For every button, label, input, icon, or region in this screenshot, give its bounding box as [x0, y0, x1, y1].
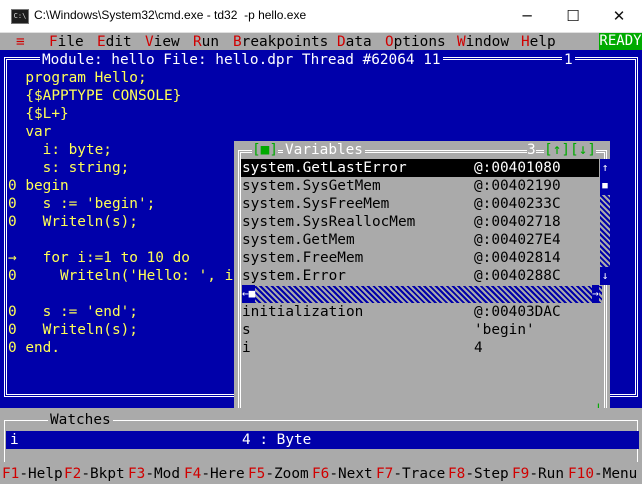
watch-value[interactable]: 4 : Byte	[242, 431, 311, 449]
variables-window-title: Variables	[283, 141, 365, 159]
fkey-here[interactable]: F4-Here	[184, 465, 245, 483]
maximize-icon: ☐	[566, 7, 580, 25]
menu-file[interactable]: File	[49, 33, 84, 51]
scroll-right-icon[interactable]: →	[592, 285, 599, 303]
local-var-name[interactable]: i	[242, 339, 251, 357]
menu-breakpoints[interactable]: Breakpoints	[233, 33, 328, 51]
global-var-value[interactable]: @:00402718	[474, 213, 561, 231]
menu-edit[interactable]: Edit	[97, 33, 132, 51]
system-menu-icon[interactable]: ≡	[16, 33, 25, 51]
local-var-value[interactable]: 4	[474, 339, 483, 357]
variables-zoom-down-icon[interactable]: [↓]	[570, 141, 597, 159]
fkey-next[interactable]: F6-Next	[312, 465, 373, 483]
module-window-title: Module: hello File: hello.dpr Thread #62…	[40, 51, 443, 69]
close-icon: ✕	[612, 7, 626, 25]
ready-indicator: READY	[599, 33, 642, 50]
close-button[interactable]: ✕	[596, 0, 642, 32]
code-line[interactable]: 0 Writeln(s);	[8, 321, 138, 339]
code-line[interactable]: program Hello;	[8, 69, 146, 87]
fkey-run[interactable]: F9-Run	[512, 465, 564, 483]
global-var-name[interactable]: system.Error	[242, 267, 346, 285]
variables-window-number: 3	[527, 141, 536, 159]
code-line[interactable]: 0 s := 'begin';	[8, 195, 155, 213]
console-app-icon[interactable]: C:\	[11, 9, 29, 24]
fkey-mod[interactable]: F3-Mod	[128, 465, 180, 483]
global-var-value[interactable]: @:00402814	[474, 249, 561, 267]
fkey-zoom[interactable]: F5-Zoom	[248, 465, 309, 483]
code-line[interactable]: 0 end.	[8, 339, 60, 357]
variables-close-box[interactable]: [■]	[252, 141, 279, 159]
global-var-name[interactable]: system.SysReallocMem	[242, 213, 415, 231]
fkey-bkpt[interactable]: F2-Bkpt	[64, 465, 125, 483]
scroll-thumb-icon[interactable]: ■	[600, 177, 610, 195]
variables-horizontal-scrollbar[interactable]	[242, 286, 602, 303]
menu-help[interactable]: Help	[521, 33, 556, 51]
global-var-value[interactable]: @:00401080	[474, 159, 561, 177]
fkey-step[interactable]: F8-Step	[448, 465, 509, 483]
watch-row[interactable]	[6, 431, 639, 449]
menu-options[interactable]: Options	[385, 33, 446, 51]
code-line[interactable]: 0 Writeln(s);	[8, 213, 138, 231]
global-var-value[interactable]: @:004027E4	[474, 231, 561, 249]
code-line[interactable]: i: byte;	[8, 141, 112, 159]
variables-zoom-up-icon[interactable]: [↑]	[544, 141, 571, 159]
scroll-up-icon[interactable]: ↑	[600, 159, 610, 177]
minimize-button[interactable]: ─	[504, 0, 550, 32]
local-var-name[interactable]: initialization	[242, 303, 363, 321]
code-line[interactable]: var	[8, 123, 51, 141]
menu-window[interactable]: Window	[457, 33, 509, 51]
fkey-help[interactable]: F1-Help	[2, 465, 63, 483]
local-var-name[interactable]: s	[242, 321, 251, 339]
scroll-down-icon[interactable]: ↓	[600, 267, 610, 285]
fkey-trace[interactable]: F7-Trace	[376, 465, 445, 483]
code-line[interactable]: {$L+}	[8, 105, 68, 123]
global-var-name[interactable]: system.SysGetMem	[242, 177, 381, 195]
code-line[interactable]: 0 begin	[8, 177, 69, 195]
code-line[interactable]: {$APPTYPE CONSOLE}	[8, 87, 181, 105]
fkey-menu[interactable]: F10-Menu	[568, 465, 637, 483]
watches-window-title: Watches	[48, 411, 113, 429]
local-var-value[interactable]: @:00403DAC	[474, 303, 561, 321]
code-line[interactable]: 0 Writeln('Hello: ', i);	[8, 267, 251, 285]
global-var-name[interactable]: system.FreeMem	[242, 249, 363, 267]
code-line[interactable]: 0 s := 'end';	[8, 303, 138, 321]
global-var-name[interactable]: system.GetMem	[242, 231, 355, 249]
module-window-number: 1	[562, 51, 575, 69]
global-var-value[interactable]: @:0040288C	[474, 267, 561, 285]
code-line[interactable]: s: string;	[8, 159, 130, 177]
global-var-value[interactable]: @:0040233C	[474, 195, 561, 213]
watch-expression[interactable]: i	[10, 431, 19, 449]
window-title: C:\Windows\System32\cmd.exe - td32 -p he…	[34, 8, 307, 22]
menu-view[interactable]: View	[145, 33, 180, 51]
code-line-current[interactable]: → for i:=1 to 10 do	[8, 249, 190, 267]
local-var-value[interactable]: 'begin'	[474, 321, 535, 339]
menu-data[interactable]: Data	[337, 33, 372, 51]
global-var-name[interactable]: system.GetLastError	[242, 159, 407, 177]
menu-run[interactable]: Run	[193, 33, 219, 51]
maximize-button[interactable]: ☐	[550, 0, 596, 32]
console-title-bar[interactable]: C:\ C:\Windows\System32\cmd.exe - td32 -…	[0, 0, 642, 33]
minimize-icon: ─	[522, 7, 532, 25]
global-var-value[interactable]: @:00402190	[474, 177, 561, 195]
scroll-left-icon[interactable]: ←■	[242, 285, 256, 303]
global-var-name[interactable]: system.SysFreeMem	[242, 195, 389, 213]
